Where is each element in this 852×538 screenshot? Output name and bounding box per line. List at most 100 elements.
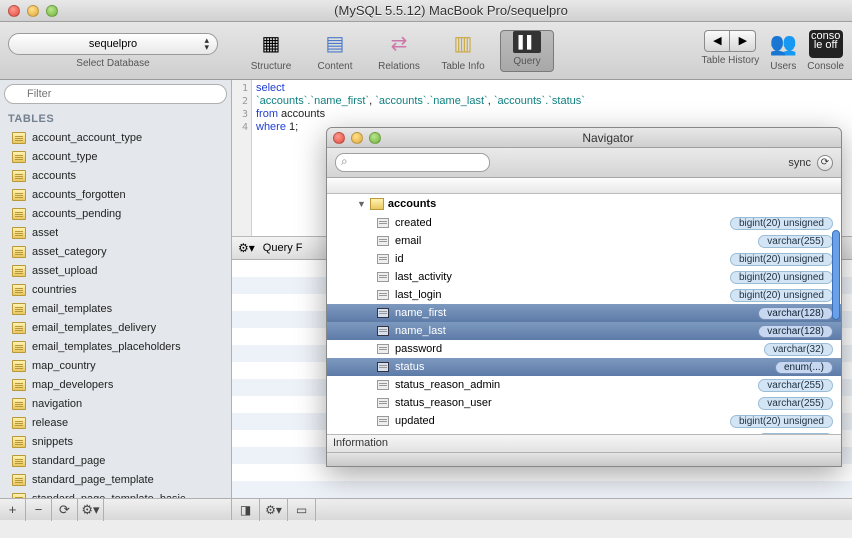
column-icon [377, 272, 389, 282]
navigator-column-row[interactable]: createdbigint(20) unsigned [327, 214, 841, 232]
query-favorites-label: Query F [263, 242, 303, 254]
column-name: status_reason_admin [395, 379, 758, 391]
navigator-search-input[interactable] [335, 153, 490, 172]
navigator-column-row[interactable]: emailvarchar(255) [327, 232, 841, 250]
table-row[interactable]: map_developers [0, 375, 231, 394]
database-select-value: sequelpro [89, 38, 137, 50]
table-row[interactable]: account_type [0, 147, 231, 166]
table-row[interactable]: email_templates_delivery [0, 318, 231, 337]
tables-list: account_account_typeaccount_type accounts… [0, 128, 231, 498]
table-row[interactable]: standard_page [0, 451, 231, 470]
navigator-column-row[interactable]: status_reason_uservarchar(255) [327, 394, 841, 412]
table-icon [12, 417, 26, 429]
table-row[interactable]: accounts [0, 166, 231, 185]
column-type-badge: varchar(32) [764, 343, 833, 356]
table-row[interactable]: map_country [0, 356, 231, 375]
navigator-column-row[interactable]: name_firstvarchar(128) [327, 304, 841, 322]
column-name: password [395, 343, 764, 355]
table-row[interactable]: asset_upload [0, 261, 231, 280]
table-row[interactable]: snippets [0, 432, 231, 451]
table-row[interactable]: account_account_type [0, 128, 231, 147]
navigator-column-row[interactable]: updatedbigint(20) unsigned [327, 412, 841, 430]
table-name: countries [32, 284, 77, 296]
toggle-pane-button[interactable]: ▭ [288, 499, 316, 521]
navigator-column-row[interactable]: passwordvarchar(32) [327, 340, 841, 358]
navigator-column-row[interactable]: usernamevarchar(255) [327, 430, 841, 434]
zoom-window-icon[interactable] [46, 5, 58, 17]
table-icon [12, 132, 26, 144]
table-icon [12, 227, 26, 239]
tab-relations[interactable]: ⇄ Relations [372, 30, 426, 72]
sync-reload-button[interactable]: ⟳ [817, 155, 833, 171]
tab-content[interactable]: ▤ Content [308, 30, 362, 72]
table-row[interactable]: email_templates_placeholders [0, 337, 231, 356]
minimize-window-icon[interactable] [27, 5, 39, 17]
console-button[interactable]: console off Console [807, 30, 844, 72]
tables-header: TABLES [0, 108, 231, 128]
navigator-window: Navigator sync ⟳ ▼accountscreatedbigint(… [326, 127, 842, 467]
table-icon [12, 493, 26, 499]
table-icon [12, 284, 26, 296]
table-row[interactable]: email_templates [0, 299, 231, 318]
table-icon [12, 398, 26, 410]
column-type-badge: bigint(20) unsigned [730, 271, 833, 284]
column-name: username [395, 433, 758, 434]
table-name: accounts_forgotten [32, 189, 126, 201]
add-table-button[interactable]: + [0, 499, 26, 521]
navigator-column-row[interactable]: last_loginbigint(20) unsigned [327, 286, 841, 304]
table-row[interactable]: asset_category [0, 242, 231, 261]
remove-table-button[interactable]: − [26, 499, 52, 521]
toggle-sidebar-button[interactable]: ◨ [232, 499, 260, 521]
relations-icon: ⇄ [383, 30, 415, 58]
history-back-button[interactable]: ◀ [704, 30, 730, 52]
table-name: accounts [32, 170, 76, 182]
navigator-column-row[interactable]: last_activitybigint(20) unsigned [327, 268, 841, 286]
database-select[interactable]: sequelpro ▴▾ [8, 33, 218, 55]
table-row[interactable]: countries [0, 280, 231, 299]
table-row[interactable]: asset [0, 223, 231, 242]
query-icon: ▌▌ [513, 31, 541, 53]
users-button[interactable]: 👥 Users [767, 30, 799, 72]
table-icon [12, 303, 26, 315]
table-name: standard_page_template [32, 474, 154, 486]
table-row[interactable]: standard_page_template_basic [0, 489, 231, 498]
content-icon: ▤ [319, 30, 351, 58]
table-row[interactable]: standard_page_template [0, 470, 231, 489]
tab-structure[interactable]: ▦ Structure [244, 30, 298, 72]
column-name: updated [395, 415, 730, 427]
column-type-badge: bigint(20) unsigned [730, 253, 833, 266]
table-icon [12, 189, 26, 201]
column-type-badge: varchar(255) [758, 379, 833, 392]
navigator-column-row[interactable]: idbigint(20) unsigned [327, 250, 841, 268]
table-name: asset_category [32, 246, 107, 258]
refresh-tables-button[interactable]: ⟳ [52, 499, 78, 521]
query-settings-button[interactable]: ⚙▾ [238, 241, 255, 255]
table-row[interactable]: navigation [0, 394, 231, 413]
footer-actions-button[interactable]: ⚙▾ [260, 499, 288, 521]
table-actions-button[interactable]: ⚙▾ [78, 499, 104, 521]
navigator-column-row[interactable]: name_lastvarchar(128) [327, 322, 841, 340]
table-row[interactable]: release [0, 413, 231, 432]
table-filter-input[interactable] [4, 84, 227, 104]
column-type-badge: enum(...) [775, 361, 833, 374]
table-row[interactable]: accounts_pending [0, 204, 231, 223]
navigator-table-node[interactable]: ▼accounts [327, 194, 841, 214]
tab-query[interactable]: ▌▌ Query [500, 30, 554, 72]
tab-tableinfo[interactable]: ▥ Table Info [436, 30, 490, 72]
table-icon [12, 436, 26, 448]
navigator-footer [327, 452, 841, 466]
navigator-column-row[interactable]: status_reason_adminvarchar(255) [327, 376, 841, 394]
navigator-zoom-icon[interactable] [369, 132, 381, 144]
navigator-titlebar[interactable]: Navigator [327, 128, 841, 148]
navigator-scrollbar[interactable] [832, 230, 840, 320]
navigator-info-bar: Information [327, 434, 841, 452]
table-name: email_templates [32, 303, 112, 315]
disclosure-triangle-icon[interactable]: ▼ [357, 199, 366, 209]
navigator-column-row[interactable]: statusenum(...) [327, 358, 841, 376]
history-forward-button[interactable]: ▶ [730, 30, 756, 52]
close-window-icon[interactable] [8, 5, 20, 17]
table-icon [12, 265, 26, 277]
navigator-close-icon[interactable] [333, 132, 345, 144]
table-row[interactable]: accounts_forgotten [0, 185, 231, 204]
navigator-minimize-icon[interactable] [351, 132, 363, 144]
